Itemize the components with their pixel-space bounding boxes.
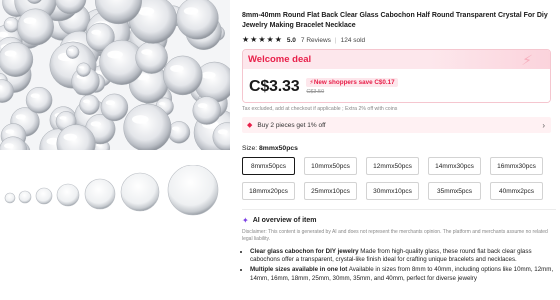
size-option[interactable]: 14mmx30pcs [428,157,481,175]
bundle-text: Buy 2 pieces get 1% off [257,121,326,129]
product-main-image[interactable] [0,0,230,150]
glass-highlight [170,65,184,72]
star-icon: ★ [250,35,258,44]
image-gallery [0,0,230,300]
glass-highlight [105,100,116,106]
glass-highlight [159,102,166,106]
glass-highlight [197,103,208,109]
glass-highlight [79,66,84,69]
price-row: C$3.33 ⚡New shoppers save C$0.17 C$3.50 [243,69,550,102]
glass-highlight [90,121,102,127]
tag-icon: ◆ [247,122,253,129]
size-label: Size: 8mmx50pcs [242,145,556,152]
rating-stars[interactable]: ★ ★ ★ ★ ★ [242,36,283,44]
glass-highlight [4,50,17,57]
glass-highlight [59,116,67,120]
glass-highlight [107,50,123,59]
chevron-right-icon: › [542,120,545,130]
section-divider [242,209,556,210]
glass-cabochon [79,94,100,115]
glass-cabochon [76,62,91,77]
glass-cabochon [192,96,222,125]
glass-highlight [15,114,26,120]
rating-row: ★ ★ ★ ★ ★ 5.0 7 Reviews | 124 sold [242,35,556,45]
size-option[interactable]: 12mmx50pcs [366,157,419,175]
ai-overview-title: AI overview of item [252,217,317,224]
glass-highlight [132,115,149,124]
glass-highlight [171,126,180,131]
size-selected-value: 8mmx50pcs [259,145,298,152]
glass-highlight [201,71,216,79]
glass-highlight [23,17,37,25]
reviews-link[interactable]: 7 Reviews [301,37,331,44]
tax-note: Tax excluded, add at checkout if applica… [242,106,398,112]
bullet-heading: Multiple sizes available in one lot [250,266,348,274]
glass-cabochon [66,45,80,59]
glass-highlight [30,93,40,98]
size-option[interactable]: 8mmx50pcs [242,157,295,175]
star-icon: ★ [242,35,250,44]
original-price: C$3.50 [306,89,325,95]
bullet-heading: Clear glass cabochon for DIY jewelry [250,247,359,255]
glass-cabochon [17,8,54,46]
size-option[interactable]: 40mmx2pcs [490,182,543,200]
glass-highlight [91,29,102,35]
glass-highlight [5,129,15,134]
promo-block: ⚡New shoppers save C$0.17 C$3.50 [306,78,398,95]
ai-overview-header: ✦ AI overview of item [242,216,556,225]
star-icon: ★ [274,35,282,44]
divider-bar: | [334,36,337,44]
glass-highlight [141,49,153,55]
sparkle-icon: ✦ [242,216,249,225]
current-price: C$3.33 [249,77,300,95]
glass-cabochon [3,17,20,33]
star-icon: ★ [258,35,266,44]
glass-highlight [183,7,199,15]
glass-cabochon [176,0,219,40]
size-option[interactable]: 18mmx20pcs [242,182,295,200]
size-option[interactable]: 10mmx50pcs [304,157,357,175]
list-item: Clear glass cabochon for DIY jewelry Mad… [250,248,554,265]
glass-cabochon [167,121,191,144]
glass-highlight [63,133,78,141]
glass-cabochon [135,41,168,74]
sold-count: 124 sold [340,36,366,44]
welcome-deal-box: Welcome deal ⚡ C$3.33 ⚡New shoppers save… [242,49,551,103]
glass-highlight [83,99,90,104]
star-icon: ★ [266,35,274,44]
size-options: 8mmx50pcs 10mmx50pcs 12mmx50pcs 14mmx30p… [242,157,556,200]
new-shopper-promo: ⚡New shoppers save C$0.17 [306,78,398,87]
deal-label: Welcome deal [248,54,312,65]
ai-overview-list: Clear glass cabochon for DIY jewelry Mad… [242,248,554,284]
glass-cabochon [0,42,34,77]
size-comparison-image [4,165,219,216]
size-option[interactable]: 25mmx10pcs [304,182,357,200]
rating-score: 5.0 [286,36,296,44]
glass-cabochon [163,55,203,96]
product-info-panel: 8mm-40mm Round Flat Back Clear Glass Cab… [242,0,556,300]
promo-text: New shoppers save C$0.17 [313,79,395,86]
glass-highlight [6,20,12,24]
glass-highlight [217,129,228,135]
list-item: Multiple sizes available in one lot Avai… [250,266,554,283]
glass-highlight [3,143,14,149]
size-option[interactable]: 16mmx30pcs [490,157,543,175]
glass-cabochon [100,93,129,122]
glass-cabochon [123,103,172,150]
size-label-prefix: Size: [242,145,259,152]
product-title: 8mm-40mm Round Flat Back Clear Glass Cab… [242,12,548,29]
glass-cabochon [25,86,53,114]
size-option[interactable]: 35mmx5pcs [428,182,481,200]
bundle-offer[interactable]: ◆ Buy 2 pieces get 1% off › [242,117,551,133]
size-option[interactable]: 30mmx10pcs [366,182,419,200]
glass-highlight [68,48,73,52]
ai-disclaimer: Disclaimer: This content is generated by… [242,229,548,242]
